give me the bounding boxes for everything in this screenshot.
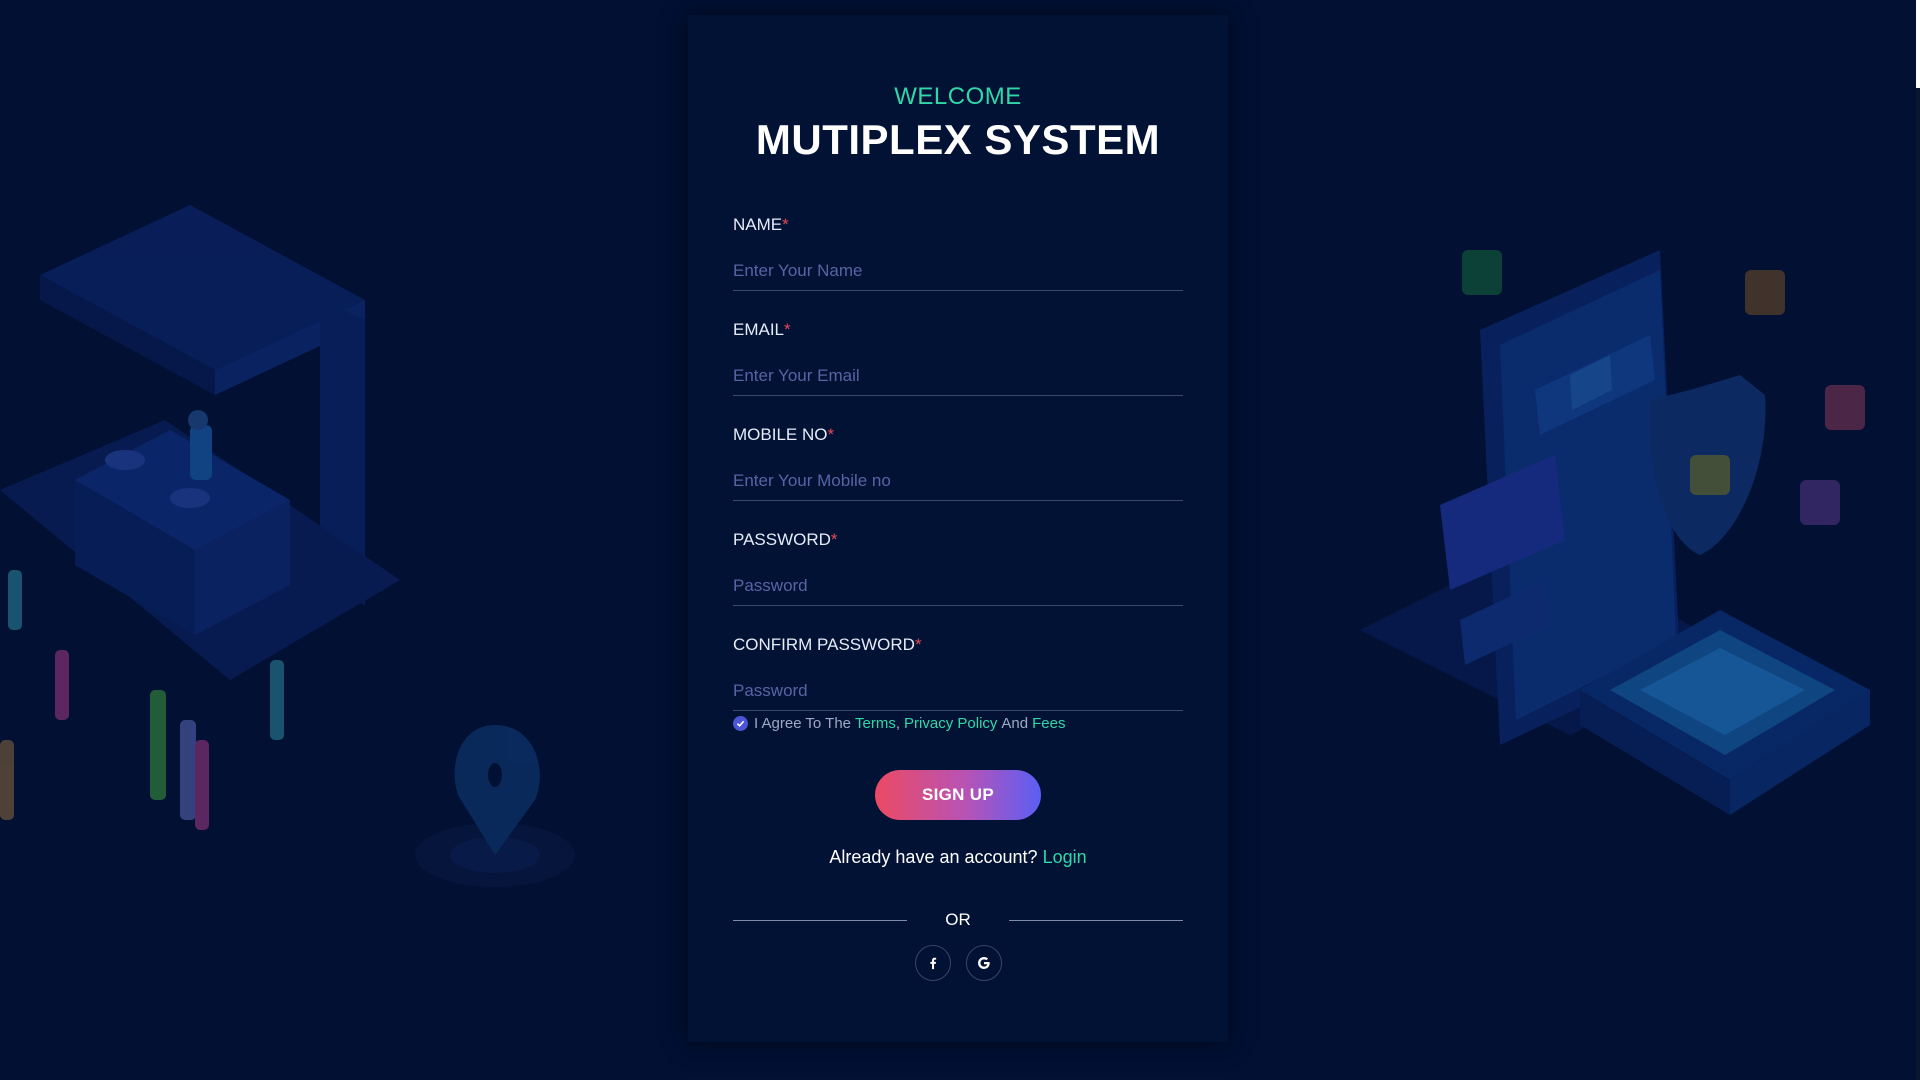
required-asterisk: * — [914, 635, 922, 654]
confirm-password-label: CONFIRM PASSWORD* — [733, 635, 922, 654]
required-asterisk: * — [827, 425, 835, 444]
required-asterisk: * — [782, 215, 789, 234]
password-input[interactable] — [733, 566, 1183, 606]
privacy-policy-link[interactable]: Privacy Policy — [904, 715, 997, 732]
mobile-label: MOBILE NO* — [733, 425, 835, 444]
divider-line — [1009, 920, 1183, 921]
mobile-field-group: MOBILE NO* — [733, 425, 1183, 521]
google-login-button[interactable] — [966, 945, 1002, 981]
agree-checkbox[interactable] — [733, 716, 748, 731]
email-field-group: EMAIL* — [733, 320, 1183, 416]
fees-link[interactable]: Fees — [1032, 715, 1065, 732]
name-label: NAME* — [733, 215, 789, 234]
checkmark-icon — [736, 720, 745, 727]
terms-link[interactable]: Terms — [855, 715, 896, 732]
name-field-group: NAME* — [733, 215, 1183, 311]
or-divider: OR — [733, 910, 1183, 930]
signup-card: WELCOME MUTIPLEX SYSTEM NAME* EMAIL* MOB… — [688, 15, 1228, 1042]
scrollbar-track[interactable] — [1916, 0, 1920, 1080]
agree-comma: , — [895, 715, 901, 732]
password-field-group: PASSWORD* — [733, 530, 1183, 626]
email-input[interactable] — [733, 356, 1183, 396]
name-input[interactable] — [733, 251, 1183, 291]
page-title: MUTIPLEX SYSTEM — [755, 116, 1161, 163]
email-label: EMAIL* — [733, 320, 791, 339]
welcome-heading: WELCOME — [894, 83, 1022, 110]
agree-prefix: I Agree To The — [754, 715, 852, 732]
password-label: PASSWORD* — [733, 530, 838, 549]
scrollbar-thumb[interactable] — [1916, 0, 1920, 88]
login-link[interactable]: Login — [1043, 847, 1087, 867]
login-prompt: Already have an account? Login — [688, 847, 1228, 868]
login-prompt-text: Already have an account? — [829, 847, 1038, 867]
facebook-icon — [930, 957, 937, 970]
confirm-password-input[interactable] — [733, 671, 1183, 711]
required-asterisk: * — [830, 530, 838, 549]
terms-agreement: I Agree To The Terms, Privacy Policy And… — [733, 715, 1065, 732]
phone-stadium-illustration — [1360, 250, 1870, 815]
agree-and: And — [1001, 715, 1029, 732]
sign-up-button[interactable]: SIGN UP — [875, 770, 1041, 820]
google-icon — [978, 957, 990, 969]
dj-stage-illustration — [0, 205, 400, 830]
required-asterisk: * — [784, 320, 791, 339]
location-pin-illustration — [415, 725, 575, 887]
facebook-login-button[interactable] — [915, 945, 951, 981]
mobile-input[interactable] — [733, 461, 1183, 501]
